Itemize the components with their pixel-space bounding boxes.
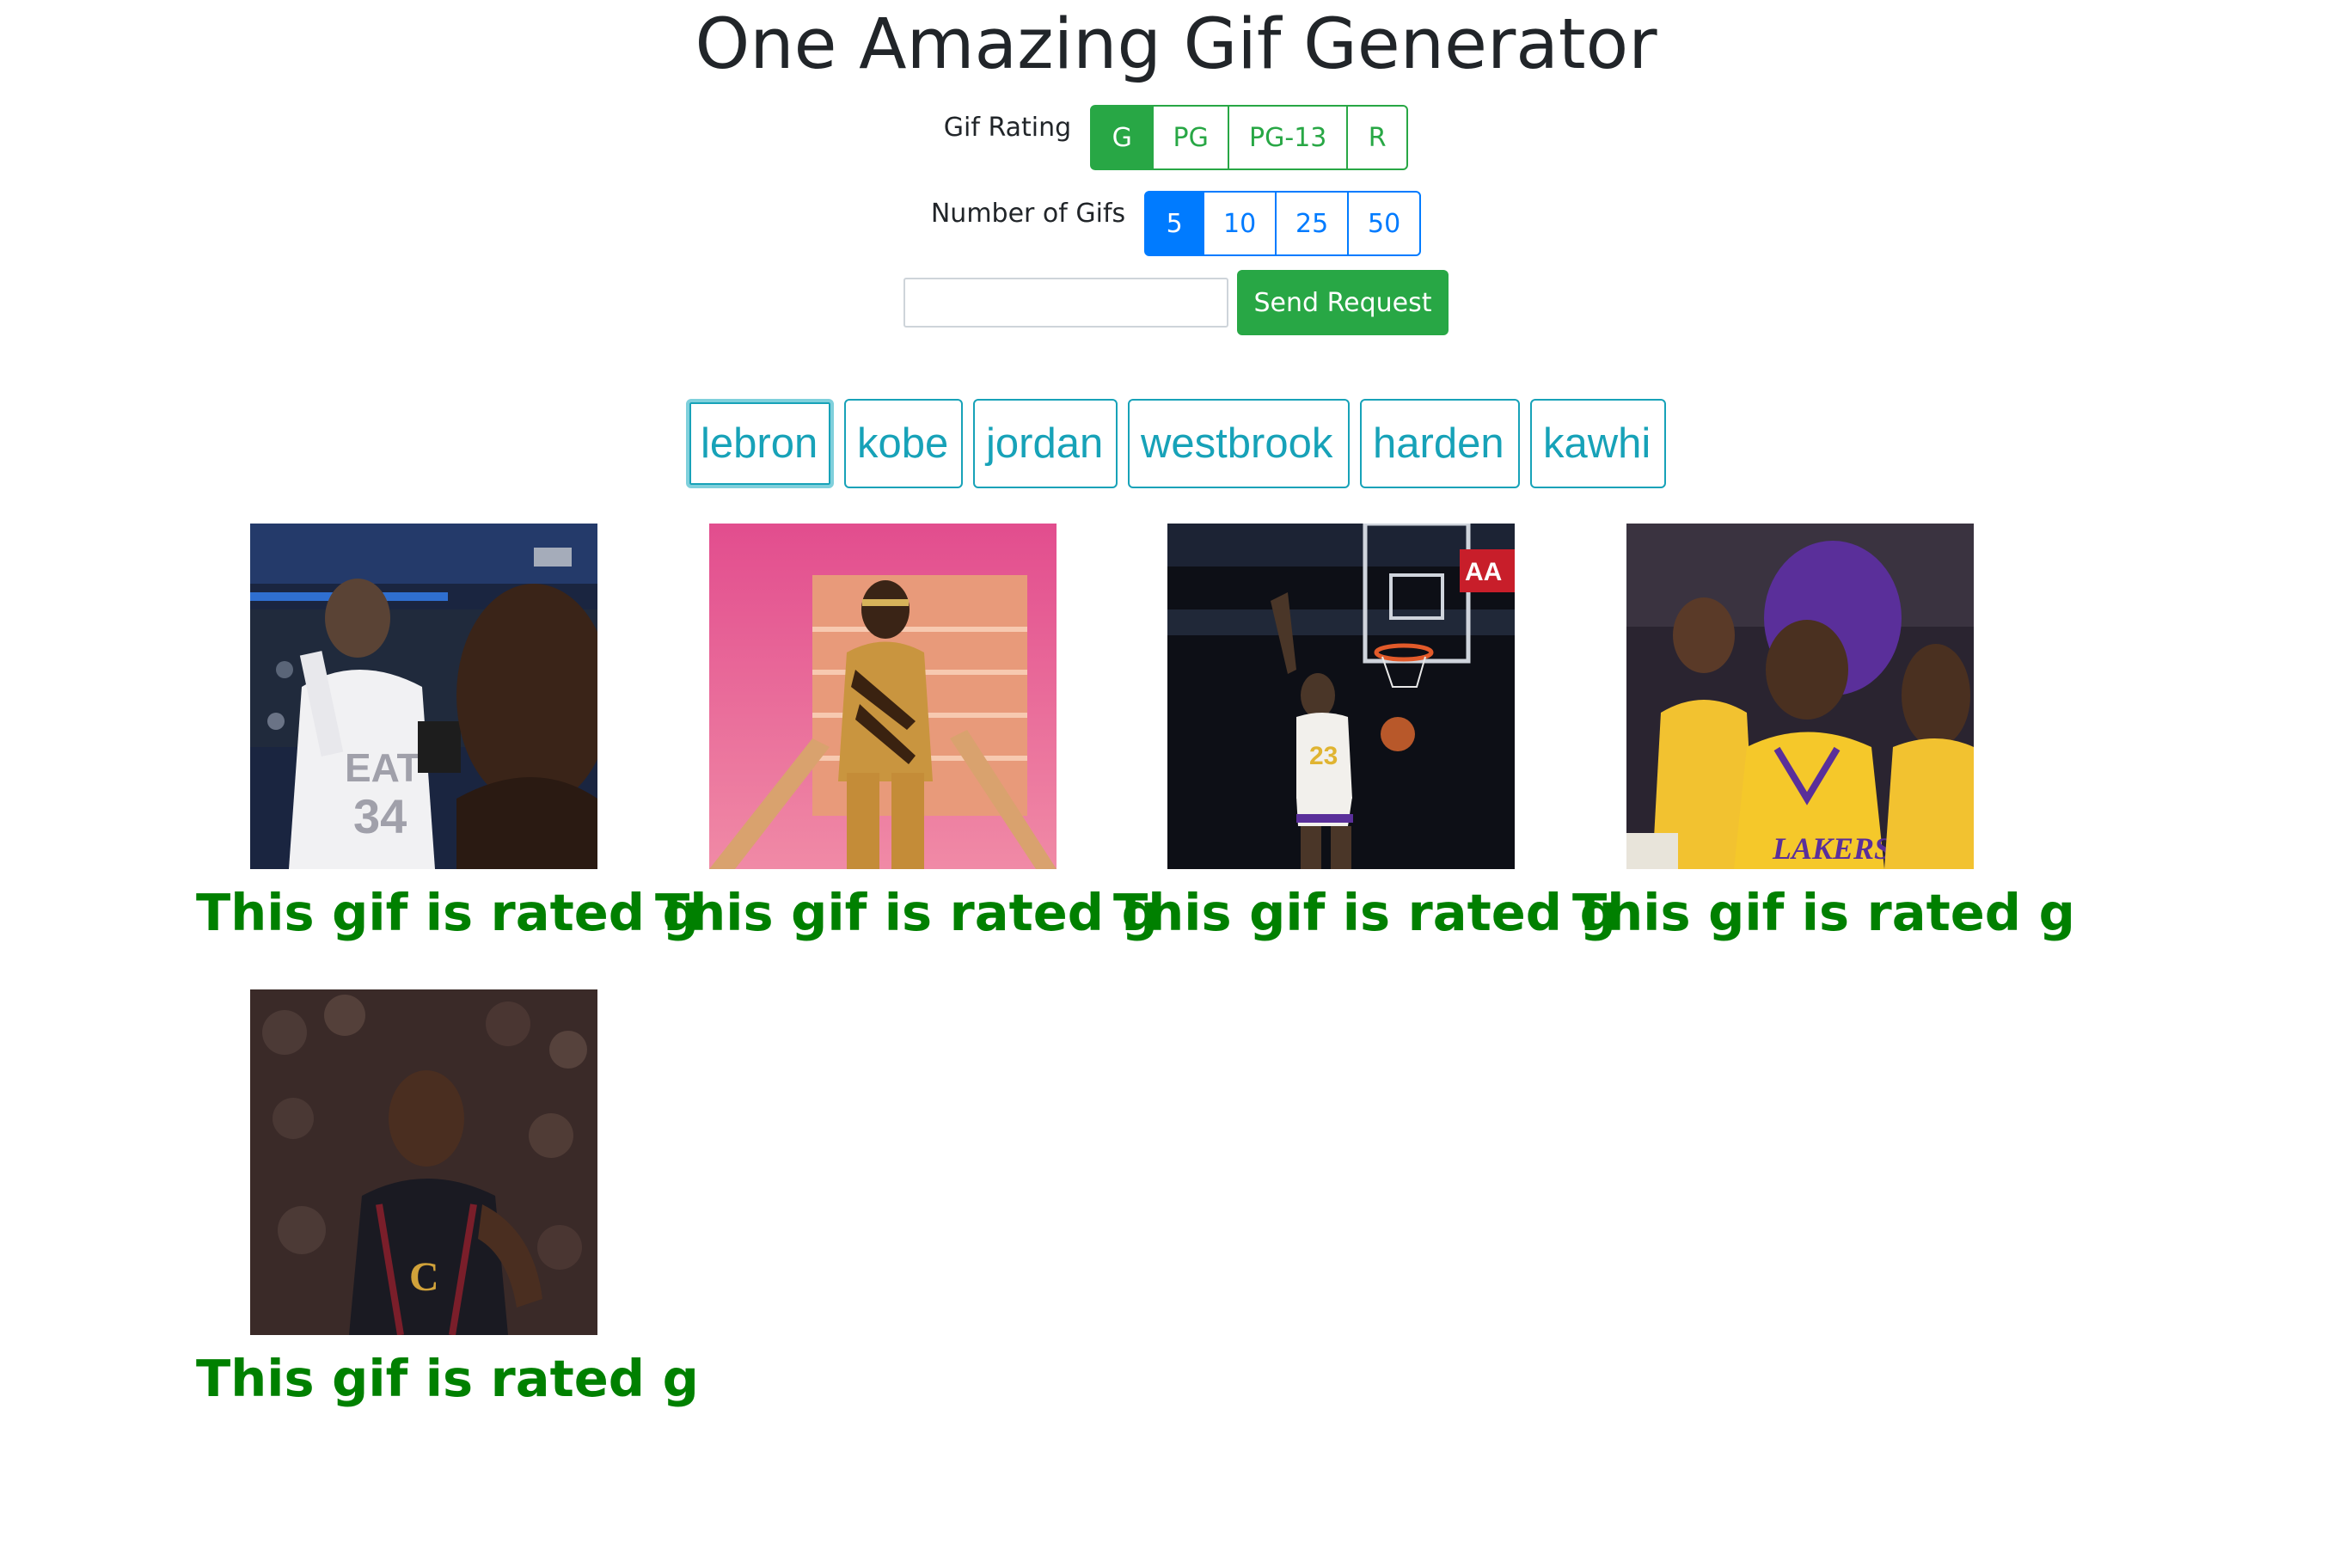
gif-caption: This gif is rated g <box>1113 883 1616 942</box>
page-title: One Amazing Gif Generator <box>695 4 1657 85</box>
gif-caption: This gif is rated g <box>196 1349 699 1408</box>
gif-image[interactable]: LAKERS <box>1626 524 1974 869</box>
gif-image[interactable]: EAT 34 <box>250 524 597 869</box>
gif-card: EAT 34 This gif is rated g <box>196 524 699 943</box>
gif-image[interactable] <box>709 524 1057 869</box>
rating-option-pg[interactable]: PG <box>1152 105 1230 170</box>
gif-card: LAKERS This gif is rated g <box>1572 524 2075 943</box>
gif-caption: This gif is rated g <box>196 883 699 942</box>
gif-card: C This gif is rated g <box>196 989 699 1409</box>
svg-text:C: C <box>409 1254 439 1300</box>
svg-text:EAT: EAT <box>345 745 421 790</box>
count-option-25[interactable]: 25 <box>1275 191 1350 256</box>
tag-button-kawhi[interactable]: kawhi <box>1530 399 1666 488</box>
tag-button-harden[interactable]: harden <box>1360 399 1520 488</box>
rating-option-g[interactable]: G <box>1090 105 1155 170</box>
tag-button-kobe[interactable]: kobe <box>844 399 963 488</box>
count-row: Number of Gifs 5 10 25 50 <box>0 191 2352 256</box>
count-label: Number of Gifs <box>930 198 1126 229</box>
search-row: Send Request <box>0 270 2352 335</box>
gif-image[interactable]: AA 23 <box>1167 524 1515 869</box>
gif-image[interactable]: C <box>250 989 597 1335</box>
count-option-50[interactable]: 50 <box>1347 191 1422 256</box>
gif-card: This gif is rated g <box>655 524 1158 943</box>
rating-option-r[interactable]: R <box>1346 105 1409 170</box>
count-option-5[interactable]: 5 <box>1144 191 1205 256</box>
gif-caption: This gif is rated g <box>655 883 1158 942</box>
tag-button-westbrook[interactable]: westbrook <box>1128 399 1350 488</box>
count-option-10[interactable]: 10 <box>1203 191 1277 256</box>
gif-card: AA 23 This gif is rated g <box>1113 524 1616 943</box>
search-input[interactable] <box>903 278 1228 328</box>
rating-button-group: G PG PG-13 R <box>1090 105 1409 170</box>
send-request-button[interactable]: Send Request <box>1237 270 1449 335</box>
count-button-group: 5 10 25 50 <box>1144 191 1422 256</box>
svg-text:LAKERS: LAKERS <box>1772 831 1891 866</box>
svg-text:23: 23 <box>1309 742 1338 770</box>
svg-text:34: 34 <box>353 789 407 843</box>
tag-button-lebron[interactable]: lebron <box>686 399 834 488</box>
rating-row: Gif Rating G PG PG-13 R <box>0 105 2352 170</box>
tag-button-jordan[interactable]: jordan <box>973 399 1118 488</box>
search-tags: lebron kobe jordan westbrook harden kawh… <box>0 399 2352 488</box>
gif-caption: This gif is rated g <box>1572 883 2075 942</box>
svg-text:AA: AA <box>1465 558 1502 586</box>
rating-label: Gif Rating <box>943 112 1072 143</box>
rating-option-pg13[interactable]: PG-13 <box>1228 105 1349 170</box>
